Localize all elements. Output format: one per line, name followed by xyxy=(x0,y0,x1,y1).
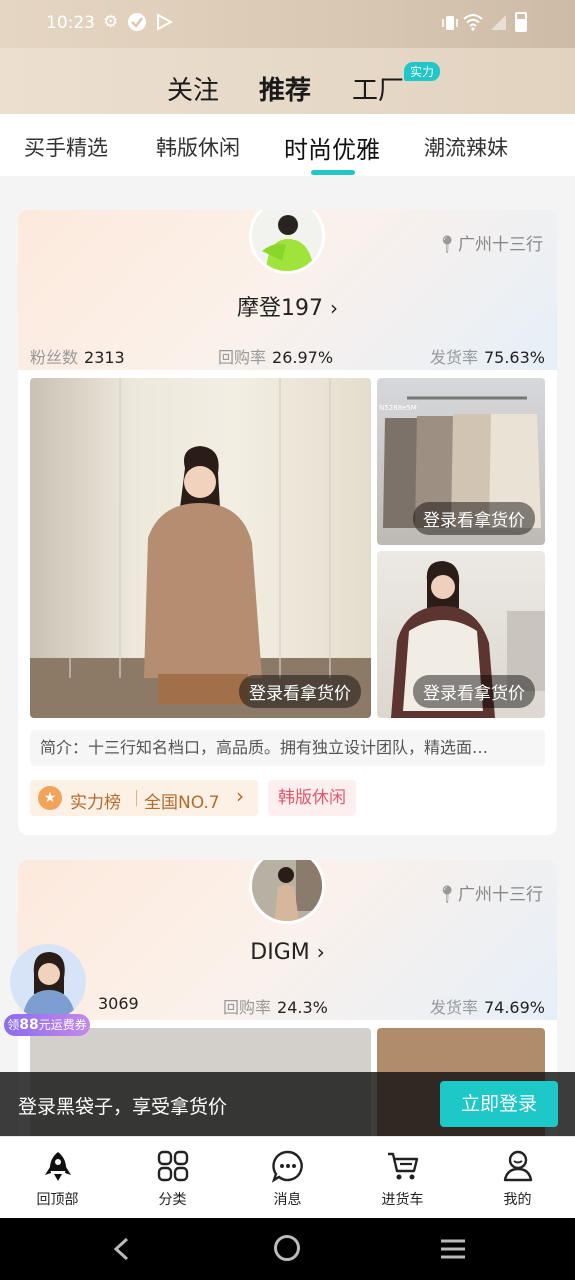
nav-cart[interactable]: 进货车 xyxy=(345,1137,460,1219)
top-tabs: 关注 推荐 工厂 实力 xyxy=(0,48,575,114)
repurchase-value: 26.97% xyxy=(272,348,334,367)
nav-label: 回顶部 xyxy=(36,1192,79,1208)
back-icon[interactable] xyxy=(110,1236,134,1266)
vibrate-icon xyxy=(440,13,460,38)
bottom-nav: 回顶部 分类 消息 进货车 我的 xyxy=(0,1136,575,1218)
shop-name[interactable]: DIGM › xyxy=(18,940,557,965)
nav-profile[interactable]: 我的 xyxy=(460,1137,575,1219)
stat-repurchase: 回购率 24.3% xyxy=(223,994,328,1018)
stat-fans: 粉丝数 2313 xyxy=(30,344,125,368)
nav-label: 我的 xyxy=(503,1192,532,1208)
subtab-buyer-picks[interactable]: 买手精选 xyxy=(24,132,108,162)
login-button[interactable]: 立即登录 xyxy=(440,1081,558,1127)
grid-icon xyxy=(157,1150,189,1182)
user-icon xyxy=(503,1150,533,1182)
ship-value: 74.69% xyxy=(483,998,545,1017)
rank-label: 实力榜 xyxy=(70,793,121,813)
chevron-right-icon: › xyxy=(236,784,244,808)
battery-icon xyxy=(515,12,527,32)
active-tab-indicator xyxy=(311,170,355,175)
rank-value: 全国NO.7 xyxy=(144,793,220,813)
stat-fans: 3069 xyxy=(92,994,139,1013)
play-store-icon xyxy=(155,13,174,36)
fans-label: 粉丝数 xyxy=(30,348,79,367)
ship-value: 75.63% xyxy=(483,348,545,367)
ship-label: 发货率 xyxy=(429,348,478,367)
shop-location: 📍︎广州十三行 xyxy=(436,230,543,255)
product-image-main[interactable]: 登录看拿货价 xyxy=(30,378,371,718)
location-pin-icon: 📍︎ xyxy=(436,885,458,905)
factory-badge: 实力 xyxy=(404,62,441,81)
product-image-3[interactable]: 登录看拿货价 xyxy=(377,551,545,718)
coupon-float[interactable]: 领88元运费券 xyxy=(4,944,90,1038)
status-bar: 10:23 ⚙ xyxy=(0,0,575,48)
coupon-prefix: 领 xyxy=(7,1018,20,1032)
price-login-badge[interactable]: 登录看拿货价 xyxy=(413,502,535,535)
rocket-icon xyxy=(45,1152,71,1181)
wifi-icon xyxy=(463,13,483,36)
shop-name-text: 摩登197 xyxy=(237,296,323,321)
coupon-suffix: 元运费券 xyxy=(38,1018,87,1032)
shop-card[interactable]: 📍︎广州十三行 摩登197 › 粉丝数 2313 回购率 26.97% 发货率 75.… xyxy=(18,210,557,835)
location-text: 广州十三行 xyxy=(458,885,543,905)
coupon-label: 领88元运费券 xyxy=(4,1014,90,1036)
rank-badge[interactable]: ★ 实力榜 全国NO.7 › xyxy=(30,780,258,816)
subtab-korean-casual[interactable]: 韩版休闲 xyxy=(156,132,240,162)
stat-repurchase: 回购率 26.97% xyxy=(218,344,333,368)
subtab-trendy-girl[interactable]: 潮流辣妹 xyxy=(424,132,508,162)
nav-label: 进货车 xyxy=(381,1192,424,1208)
nav-category[interactable]: 分类 xyxy=(115,1137,230,1219)
ship-label: 发货率 xyxy=(429,998,478,1017)
shop-name-text: DIGM xyxy=(250,940,310,965)
tab-factory[interactable]: 工厂 xyxy=(352,70,404,107)
divider xyxy=(136,790,137,806)
svg-text:N5288e5M: N5288e5M xyxy=(379,404,417,412)
nav-messages[interactable]: 消息 xyxy=(230,1137,345,1219)
chat-bubble-icon xyxy=(271,1150,303,1183)
stat-ship: 发货率 74.69% xyxy=(430,994,545,1018)
medal-icon: ★ xyxy=(38,786,62,810)
fans-value: 2313 xyxy=(84,348,125,367)
category-tabs: 买手精选 韩版休闲 时尚优雅 潮流辣妹 xyxy=(0,114,575,176)
price-login-badge[interactable]: 登录看拿货价 xyxy=(239,675,361,708)
stat-ship: 发货率 75.63% xyxy=(430,344,545,368)
nav-label: 分类 xyxy=(158,1192,187,1208)
fans-value: 3069 xyxy=(98,994,139,1013)
coupon-amount: 88 xyxy=(19,1017,39,1033)
subtab-fashion-elegant[interactable]: 时尚优雅 xyxy=(284,130,380,165)
location-text: 广州十三行 xyxy=(458,235,543,255)
tab-follow[interactable]: 关注 xyxy=(167,70,219,107)
coupon-avatar xyxy=(10,944,86,1020)
login-banner: 登录黑袋子，享受拿货价 立即登录 xyxy=(0,1072,575,1136)
product-image-2[interactable]: N5288e5M 登录看拿货价 xyxy=(377,378,545,545)
login-banner-text: 登录黑袋子，享受拿货价 xyxy=(18,1096,228,1118)
repurchase-label: 回购率 xyxy=(223,998,272,1017)
nav-back-to-top[interactable]: 回顶部 xyxy=(0,1137,115,1219)
chevron-right-icon: › xyxy=(330,296,338,320)
check-icon xyxy=(128,13,146,31)
status-time: 10:23 xyxy=(46,13,95,33)
home-icon[interactable] xyxy=(274,1235,300,1261)
price-login-badge[interactable]: 登录看拿货价 xyxy=(413,675,535,708)
repurchase-label: 回购率 xyxy=(218,348,267,367)
cart-icon xyxy=(388,1152,419,1180)
recents-icon[interactable] xyxy=(440,1238,466,1264)
gear-icon: ⚙ xyxy=(103,12,119,32)
shop-location: 📍︎广州十三行 xyxy=(436,880,543,905)
repurchase-value: 24.3% xyxy=(277,998,328,1017)
location-pin-icon: 📍︎ xyxy=(436,235,458,255)
style-tag[interactable]: 韩版休闲 xyxy=(268,780,356,816)
shop-name[interactable]: 摩登197 › xyxy=(18,290,557,322)
chevron-right-icon: › xyxy=(316,940,325,964)
system-nav-bar xyxy=(0,1218,575,1280)
tab-recommend[interactable]: 推荐 xyxy=(259,70,311,107)
shop-intro: 简介：十三行知名档口，高品质。拥有独立设计团队，精选面… xyxy=(30,730,545,766)
nav-label: 消息 xyxy=(273,1192,302,1208)
signal-icon xyxy=(489,13,507,36)
